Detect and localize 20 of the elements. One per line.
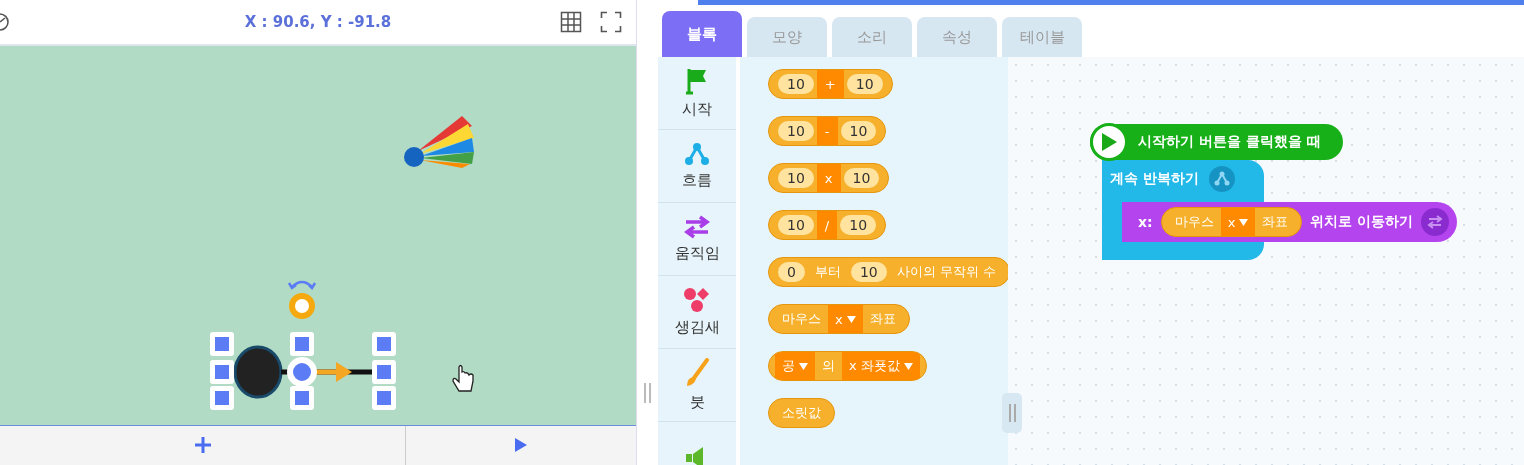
block-label: 좌표 bbox=[1261, 213, 1290, 231]
operator-label: + bbox=[816, 70, 844, 98]
category-label: 생김새 bbox=[674, 318, 720, 337]
block-label: 위치로 이동하기 bbox=[1310, 213, 1414, 231]
category-label: 움직임 bbox=[674, 244, 720, 263]
category-label: 시작 bbox=[682, 100, 712, 119]
category-label: 붓 bbox=[689, 393, 705, 412]
operator-label: x bbox=[816, 164, 841, 192]
block-label: 부터 bbox=[813, 263, 842, 281]
category-label: 흐름 bbox=[682, 171, 712, 190]
operator-label: - bbox=[816, 117, 838, 145]
block-label: 좌표 bbox=[868, 310, 897, 328]
block-label: 소릿값 bbox=[781, 404, 822, 422]
block-label: 마우스 bbox=[781, 310, 822, 328]
block-label: 마우스 bbox=[1173, 213, 1215, 231]
block-label: 사이의 무작위 수 bbox=[895, 263, 997, 281]
coordinates-readout: X : 90.6, Y : -91.8 bbox=[244, 13, 392, 32]
block-label: 의 bbox=[821, 357, 836, 375]
operator-label: / bbox=[816, 211, 838, 239]
block-label: x: bbox=[1138, 214, 1153, 230]
